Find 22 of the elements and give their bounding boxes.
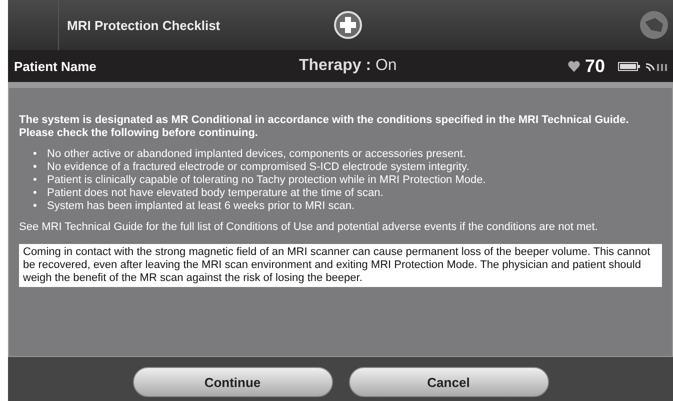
condition-item: No other active or abandoned implanted devices, components or accessories present. (47, 148, 466, 161)
note-text: See MRI Technical Guide for the full list of Conditions of Use and potential adverse events if the conditions are not met. (19, 221, 599, 234)
add-icon[interactable] (333, 10, 363, 40)
bullet-marker: • (33, 187, 38, 200)
continue-button[interactable]: Continue (132, 367, 332, 397)
signal-icon (645, 61, 667, 71)
cancel-button[interactable]: Cancel (348, 367, 548, 397)
bullet-marker: • (33, 174, 38, 187)
battery-icon (618, 62, 640, 70)
intro-text: The system is designated as MR Conditional in accordance with the conditions specified in the MRI Technical Guide. Please check the following before continuing. (19, 114, 630, 140)
condition-item: Patient does not have elevated body temperature at the time of scan. (47, 187, 384, 200)
condition-item: No evidence of a fractured electrode or compromised S-ICD electrode system integrity. (47, 161, 470, 174)
warning-box: Coming in contact with the strong magnetic field of an MRI scanner can cause permanent loss of the beeper volume. This cannot be recovered, even after leaving the MRI scan environment and exiting MRI Protection Mode. The physician and patient should weigh the benefit of the MR scan against the risk of losing the beeper. (19, 244, 662, 287)
patient-name: Patient Name (14, 58, 98, 74)
heart-icon (568, 60, 580, 72)
condition-item: System has been implanted at least 6 weeks prior to MRI scan. (47, 200, 355, 213)
condition-item: Patient is clinically capable of tolerating no Tachy protection while in MRI Protection Mode. (47, 174, 486, 187)
heart-rate: 70 (584, 56, 605, 76)
therapy-status: Therapy : On (299, 57, 398, 75)
bullet-marker: • (33, 148, 38, 161)
bullet-marker: • (33, 200, 38, 213)
bullet-marker: • (33, 161, 38, 174)
